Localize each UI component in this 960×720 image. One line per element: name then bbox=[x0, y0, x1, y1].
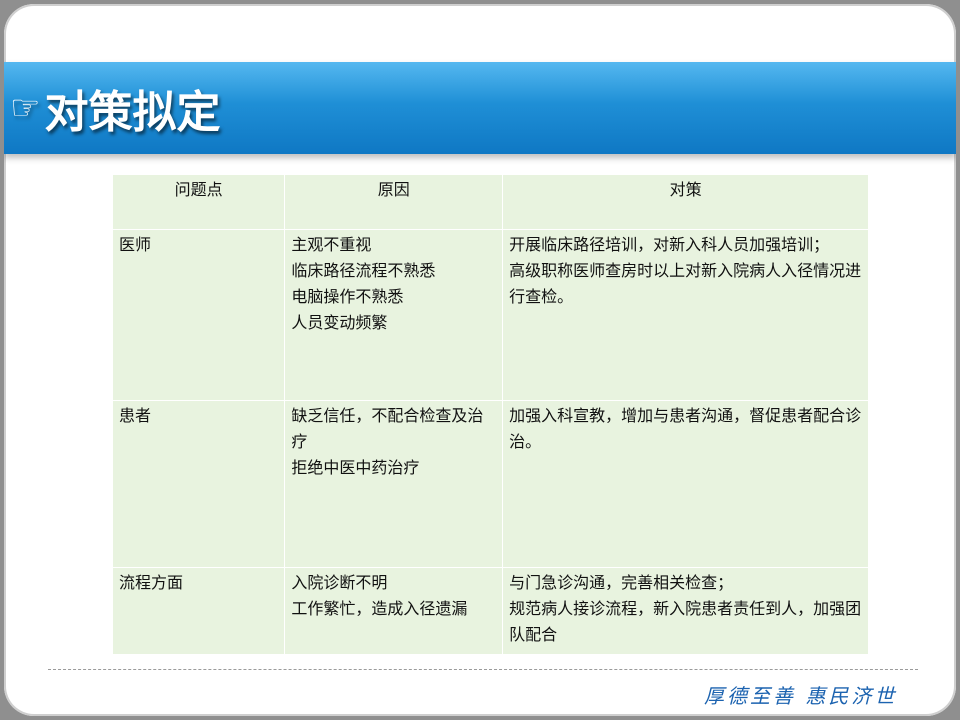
measure-item: 高级职称医师查房时以上对新入院病人入径情况进行查检。 bbox=[509, 261, 862, 306]
issue-cell: 医师 bbox=[111, 229, 286, 401]
measure-item: 开展临床路径培训，对新入科人员加强培训； bbox=[509, 235, 830, 254]
cause-item: 人员变动频繁 bbox=[291, 313, 388, 332]
cause-item: 工作繁忙，造成入径遗漏 bbox=[291, 599, 468, 618]
issue-cell: 患者 bbox=[111, 400, 286, 568]
cause-item: 电脑操作不熟悉 bbox=[291, 287, 404, 306]
measure-item: 与门急诊沟通，完善相关检查； bbox=[509, 573, 734, 592]
measure-cell: 加强入科宣教，增加与患者沟通，督促患者配合诊治。 bbox=[502, 400, 869, 568]
cause-cell: 缺乏信任，不配合检查及治疗 拒绝中医中药治疗 bbox=[284, 400, 504, 568]
measure-cell: 开展临床路径培训，对新入科人员加强培训； 高级职称医师查房时以上对新入院病人入径… bbox=[502, 229, 869, 401]
table-header-row: 问题点 原因 对策 bbox=[111, 174, 869, 230]
cause-item: 临床路径流程不熟悉 bbox=[291, 261, 436, 280]
countermeasure-table: 问题点 原因 对策 医师 主观不重视 临床路径流程不熟悉 电脑操作不熟悉 人员变… bbox=[111, 174, 869, 655]
pointing-hand-icon: ☞ bbox=[10, 88, 41, 128]
cause-item: 缺乏信任，不配合检查及治疗 bbox=[291, 406, 484, 451]
cause-item: 主观不重视 bbox=[291, 235, 372, 254]
cause-item: 拒绝中医中药治疗 bbox=[291, 458, 420, 477]
column-header-issue: 问题点 bbox=[111, 174, 286, 230]
page-title-group: ☞ 对策拟定 bbox=[10, 76, 220, 140]
slide: ☞ 对策拟定 问题点 原因 对策 医师 主观不重视 临床路径流程不熟悉 电脑操作… bbox=[4, 4, 956, 716]
cause-item: 入院诊断不明 bbox=[291, 573, 388, 592]
table-row: 医师 主观不重视 临床路径流程不熟悉 电脑操作不熟悉 人员变动频繁 开展临床路径… bbox=[111, 229, 869, 401]
footer-divider bbox=[48, 669, 918, 670]
page-title: 对策拟定 bbox=[44, 87, 221, 138]
measure-item: 规范病人接诊流程，新入院患者责任到人，加强团队配合 bbox=[509, 599, 862, 644]
table-row: 流程方面 入院诊断不明 工作繁忙，造成入径遗漏 与门急诊沟通，完善相关检查； 规… bbox=[111, 567, 869, 655]
column-header-measure: 对策 bbox=[502, 174, 869, 230]
issue-cell: 流程方面 bbox=[111, 567, 286, 655]
measure-item: 加强入科宣教，增加与患者沟通，督促患者配合诊治。 bbox=[509, 406, 862, 451]
cause-cell: 入院诊断不明 工作繁忙，造成入径遗漏 bbox=[284, 567, 504, 655]
footer-motto: 厚德至善 惠民济世 bbox=[704, 684, 898, 708]
table-row: 患者 缺乏信任，不配合检查及治疗 拒绝中医中药治疗 加强入科宣教，增加与患者沟通… bbox=[111, 400, 869, 568]
column-header-cause: 原因 bbox=[284, 174, 504, 230]
cause-cell: 主观不重视 临床路径流程不熟悉 电脑操作不熟悉 人员变动频繁 bbox=[284, 229, 504, 401]
title-banner: ☞ 对策拟定 bbox=[4, 62, 956, 154]
measure-cell: 与门急诊沟通，完善相关检查； 规范病人接诊流程，新入院患者责任到人，加强团队配合 bbox=[502, 567, 869, 655]
